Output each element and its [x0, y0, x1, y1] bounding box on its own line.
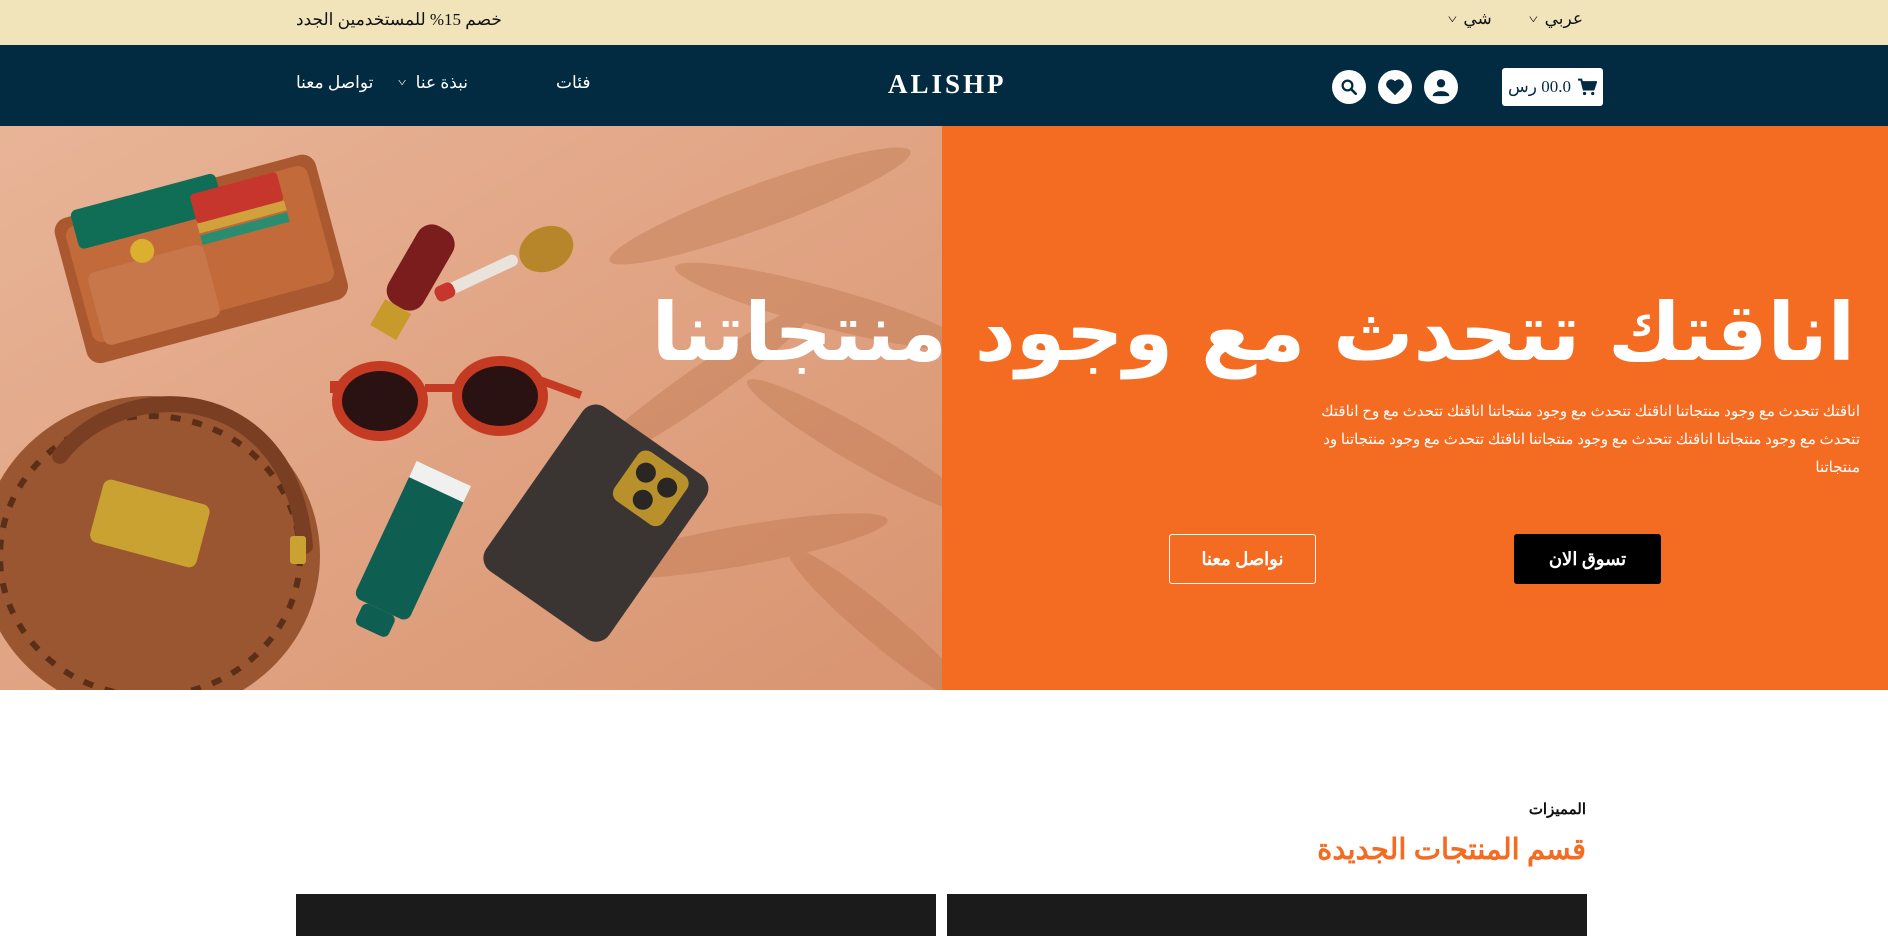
contact-us-button[interactable]: نواصل معنا: [1169, 534, 1316, 584]
currency-value: شي: [1463, 9, 1492, 28]
nav-actions: 00.0 رس: [1332, 68, 1603, 106]
chevron-down-icon: ˅: [398, 77, 407, 89]
nav-item-categories[interactable]: فئات: [556, 73, 590, 93]
wishlist-button[interactable]: [1378, 70, 1412, 104]
cart-total: 00.0 رس: [1508, 77, 1571, 96]
hero-description: اناقتك تتحدث مع وجود منتجاتنا اناقتك تتح…: [1321, 404, 1860, 476]
announcement-bar: خصم 15% للمستخدمين الجدد عربي ˅ شي ˅: [0, 0, 1888, 45]
chevron-down-icon: ˅: [1528, 11, 1538, 26]
product-card[interactable]: [947, 894, 1587, 936]
currency-select[interactable]: شي ˅: [1447, 9, 1492, 29]
nav-item-label: تواصل معنا: [296, 73, 374, 92]
product-card[interactable]: [296, 894, 936, 936]
language-value: عربي: [1544, 9, 1583, 28]
section-title: قسم المنتجات الجديدة: [1317, 834, 1586, 866]
nav-item-label: فئات: [556, 73, 591, 92]
cart-button[interactable]: 00.0 رس: [1502, 68, 1603, 106]
language-select[interactable]: عربي ˅: [1528, 9, 1583, 29]
nav-item-label: نبذة عنا: [415, 73, 469, 92]
cart-icon: [1577, 78, 1597, 96]
chevron-down-icon: ˅: [1447, 11, 1457, 26]
hero-title: اناقتك تتحدث مع وجود منتجاتنا: [651, 286, 1856, 379]
search-button[interactable]: [1332, 70, 1366, 104]
shop-now-button[interactable]: تسوق الان: [1514, 534, 1661, 584]
account-button[interactable]: [1424, 70, 1458, 104]
user-icon: [1432, 79, 1450, 97]
nav-item-about[interactable]: نبذة عنا ˅: [398, 73, 469, 93]
heart-icon: [1386, 79, 1404, 96]
nav-item-contact[interactable]: تواصل معنا: [296, 73, 373, 93]
site-logo[interactable]: ALISHP: [888, 69, 1007, 100]
main-navbar: تواصل معنا نبذة عنا ˅ فئات ALISHP 00.0 ر…: [0, 45, 1888, 126]
promo-text: خصم 15% للمستخدمين الجدد: [296, 10, 502, 29]
nav-links: تواصل معنا نبذة عنا ˅ فئات: [296, 73, 591, 93]
hero-panel: اناقتك تتحدث مع وجود منتجاتنا اناقتك تتح…: [652, 126, 1888, 690]
section-eyebrow: المميزات: [1528, 802, 1586, 818]
search-icon: [1341, 79, 1358, 96]
hero-image: [0, 126, 942, 690]
locale-selectors: عربي ˅ شي ˅: [1447, 9, 1583, 29]
